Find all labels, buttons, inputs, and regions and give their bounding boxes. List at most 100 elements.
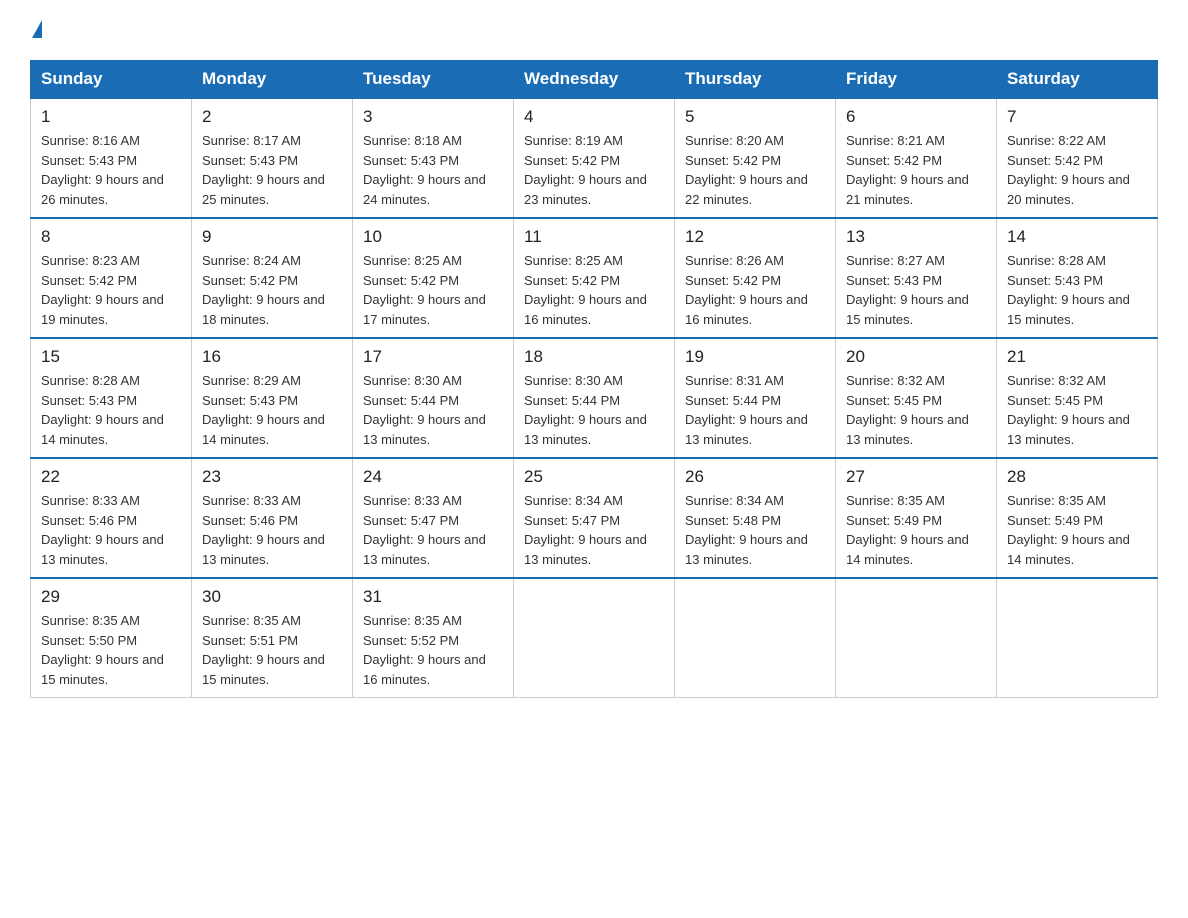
- calendar-cell: 10 Sunrise: 8:25 AM Sunset: 5:42 PM Dayl…: [353, 218, 514, 338]
- weekday-header-sunday: Sunday: [31, 61, 192, 99]
- day-info: Sunrise: 8:18 AM Sunset: 5:43 PM Dayligh…: [363, 131, 503, 209]
- day-number: 4: [524, 107, 664, 127]
- day-info: Sunrise: 8:33 AM Sunset: 5:46 PM Dayligh…: [202, 491, 342, 569]
- weekday-header-tuesday: Tuesday: [353, 61, 514, 99]
- weekday-header-thursday: Thursday: [675, 61, 836, 99]
- calendar-cell: 26 Sunrise: 8:34 AM Sunset: 5:48 PM Dayl…: [675, 458, 836, 578]
- day-number: 10: [363, 227, 503, 247]
- day-number: 16: [202, 347, 342, 367]
- calendar-cell: 2 Sunrise: 8:17 AM Sunset: 5:43 PM Dayli…: [192, 98, 353, 218]
- day-info: Sunrise: 8:28 AM Sunset: 5:43 PM Dayligh…: [41, 371, 181, 449]
- day-info: Sunrise: 8:22 AM Sunset: 5:42 PM Dayligh…: [1007, 131, 1147, 209]
- day-number: 28: [1007, 467, 1147, 487]
- day-info: Sunrise: 8:21 AM Sunset: 5:42 PM Dayligh…: [846, 131, 986, 209]
- calendar-cell: 1 Sunrise: 8:16 AM Sunset: 5:43 PM Dayli…: [31, 98, 192, 218]
- day-info: Sunrise: 8:26 AM Sunset: 5:42 PM Dayligh…: [685, 251, 825, 329]
- day-number: 8: [41, 227, 181, 247]
- calendar-cell: 28 Sunrise: 8:35 AM Sunset: 5:49 PM Dayl…: [997, 458, 1158, 578]
- day-number: 3: [363, 107, 503, 127]
- calendar-cell: 23 Sunrise: 8:33 AM Sunset: 5:46 PM Dayl…: [192, 458, 353, 578]
- day-number: 29: [41, 587, 181, 607]
- calendar-cell: 11 Sunrise: 8:25 AM Sunset: 5:42 PM Dayl…: [514, 218, 675, 338]
- day-info: Sunrise: 8:31 AM Sunset: 5:44 PM Dayligh…: [685, 371, 825, 449]
- day-info: Sunrise: 8:35 AM Sunset: 5:49 PM Dayligh…: [1007, 491, 1147, 569]
- day-number: 14: [1007, 227, 1147, 247]
- day-info: Sunrise: 8:34 AM Sunset: 5:47 PM Dayligh…: [524, 491, 664, 569]
- day-info: Sunrise: 8:33 AM Sunset: 5:47 PM Dayligh…: [363, 491, 503, 569]
- day-number: 5: [685, 107, 825, 127]
- weekday-header-monday: Monday: [192, 61, 353, 99]
- calendar-cell: 6 Sunrise: 8:21 AM Sunset: 5:42 PM Dayli…: [836, 98, 997, 218]
- logo-triangle-icon: [32, 20, 42, 38]
- calendar-cell: 24 Sunrise: 8:33 AM Sunset: 5:47 PM Dayl…: [353, 458, 514, 578]
- calendar-cell: 21 Sunrise: 8:32 AM Sunset: 5:45 PM Dayl…: [997, 338, 1158, 458]
- day-info: Sunrise: 8:35 AM Sunset: 5:52 PM Dayligh…: [363, 611, 503, 689]
- day-number: 20: [846, 347, 986, 367]
- day-info: Sunrise: 8:25 AM Sunset: 5:42 PM Dayligh…: [363, 251, 503, 329]
- day-info: Sunrise: 8:28 AM Sunset: 5:43 PM Dayligh…: [1007, 251, 1147, 329]
- day-number: 9: [202, 227, 342, 247]
- day-number: 27: [846, 467, 986, 487]
- calendar-cell: [997, 578, 1158, 698]
- day-number: 7: [1007, 107, 1147, 127]
- calendar-cell: 30 Sunrise: 8:35 AM Sunset: 5:51 PM Dayl…: [192, 578, 353, 698]
- logo: [30, 20, 42, 42]
- calendar-week-row: 8 Sunrise: 8:23 AM Sunset: 5:42 PM Dayli…: [31, 218, 1158, 338]
- calendar-cell: 13 Sunrise: 8:27 AM Sunset: 5:43 PM Dayl…: [836, 218, 997, 338]
- day-number: 22: [41, 467, 181, 487]
- calendar-cell: 16 Sunrise: 8:29 AM Sunset: 5:43 PM Dayl…: [192, 338, 353, 458]
- day-number: 11: [524, 227, 664, 247]
- day-number: 6: [846, 107, 986, 127]
- day-info: Sunrise: 8:32 AM Sunset: 5:45 PM Dayligh…: [1007, 371, 1147, 449]
- day-number: 30: [202, 587, 342, 607]
- calendar-cell: 7 Sunrise: 8:22 AM Sunset: 5:42 PM Dayli…: [997, 98, 1158, 218]
- day-number: 25: [524, 467, 664, 487]
- day-info: Sunrise: 8:30 AM Sunset: 5:44 PM Dayligh…: [524, 371, 664, 449]
- calendar-cell: [836, 578, 997, 698]
- day-number: 13: [846, 227, 986, 247]
- calendar-cell: 27 Sunrise: 8:35 AM Sunset: 5:49 PM Dayl…: [836, 458, 997, 578]
- day-info: Sunrise: 8:27 AM Sunset: 5:43 PM Dayligh…: [846, 251, 986, 329]
- calendar-cell: 9 Sunrise: 8:24 AM Sunset: 5:42 PM Dayli…: [192, 218, 353, 338]
- day-info: Sunrise: 8:24 AM Sunset: 5:42 PM Dayligh…: [202, 251, 342, 329]
- day-number: 26: [685, 467, 825, 487]
- calendar-cell: 29 Sunrise: 8:35 AM Sunset: 5:50 PM Dayl…: [31, 578, 192, 698]
- weekday-header-friday: Friday: [836, 61, 997, 99]
- calendar-table: SundayMondayTuesdayWednesdayThursdayFrid…: [30, 60, 1158, 698]
- calendar-cell: 5 Sunrise: 8:20 AM Sunset: 5:42 PM Dayli…: [675, 98, 836, 218]
- calendar-cell: 19 Sunrise: 8:31 AM Sunset: 5:44 PM Dayl…: [675, 338, 836, 458]
- day-number: 17: [363, 347, 503, 367]
- page-header: [30, 20, 1158, 42]
- day-info: Sunrise: 8:19 AM Sunset: 5:42 PM Dayligh…: [524, 131, 664, 209]
- weekday-header-wednesday: Wednesday: [514, 61, 675, 99]
- day-number: 2: [202, 107, 342, 127]
- weekday-header-saturday: Saturday: [997, 61, 1158, 99]
- calendar-cell: 12 Sunrise: 8:26 AM Sunset: 5:42 PM Dayl…: [675, 218, 836, 338]
- calendar-cell: 18 Sunrise: 8:30 AM Sunset: 5:44 PM Dayl…: [514, 338, 675, 458]
- day-info: Sunrise: 8:20 AM Sunset: 5:42 PM Dayligh…: [685, 131, 825, 209]
- calendar-week-row: 15 Sunrise: 8:28 AM Sunset: 5:43 PM Dayl…: [31, 338, 1158, 458]
- day-info: Sunrise: 8:34 AM Sunset: 5:48 PM Dayligh…: [685, 491, 825, 569]
- calendar-cell: 3 Sunrise: 8:18 AM Sunset: 5:43 PM Dayli…: [353, 98, 514, 218]
- day-number: 19: [685, 347, 825, 367]
- calendar-cell: [514, 578, 675, 698]
- calendar-cell: 14 Sunrise: 8:28 AM Sunset: 5:43 PM Dayl…: [997, 218, 1158, 338]
- day-info: Sunrise: 8:35 AM Sunset: 5:49 PM Dayligh…: [846, 491, 986, 569]
- calendar-week-row: 22 Sunrise: 8:33 AM Sunset: 5:46 PM Dayl…: [31, 458, 1158, 578]
- day-info: Sunrise: 8:35 AM Sunset: 5:51 PM Dayligh…: [202, 611, 342, 689]
- day-info: Sunrise: 8:29 AM Sunset: 5:43 PM Dayligh…: [202, 371, 342, 449]
- day-number: 12: [685, 227, 825, 247]
- calendar-cell: 8 Sunrise: 8:23 AM Sunset: 5:42 PM Dayli…: [31, 218, 192, 338]
- calendar-cell: 20 Sunrise: 8:32 AM Sunset: 5:45 PM Dayl…: [836, 338, 997, 458]
- day-number: 1: [41, 107, 181, 127]
- calendar-cell: 4 Sunrise: 8:19 AM Sunset: 5:42 PM Dayli…: [514, 98, 675, 218]
- calendar-cell: 17 Sunrise: 8:30 AM Sunset: 5:44 PM Dayl…: [353, 338, 514, 458]
- calendar-week-row: 29 Sunrise: 8:35 AM Sunset: 5:50 PM Dayl…: [31, 578, 1158, 698]
- day-info: Sunrise: 8:25 AM Sunset: 5:42 PM Dayligh…: [524, 251, 664, 329]
- day-info: Sunrise: 8:16 AM Sunset: 5:43 PM Dayligh…: [41, 131, 181, 209]
- day-info: Sunrise: 8:30 AM Sunset: 5:44 PM Dayligh…: [363, 371, 503, 449]
- day-info: Sunrise: 8:32 AM Sunset: 5:45 PM Dayligh…: [846, 371, 986, 449]
- day-number: 23: [202, 467, 342, 487]
- weekday-header-row: SundayMondayTuesdayWednesdayThursdayFrid…: [31, 61, 1158, 99]
- day-number: 15: [41, 347, 181, 367]
